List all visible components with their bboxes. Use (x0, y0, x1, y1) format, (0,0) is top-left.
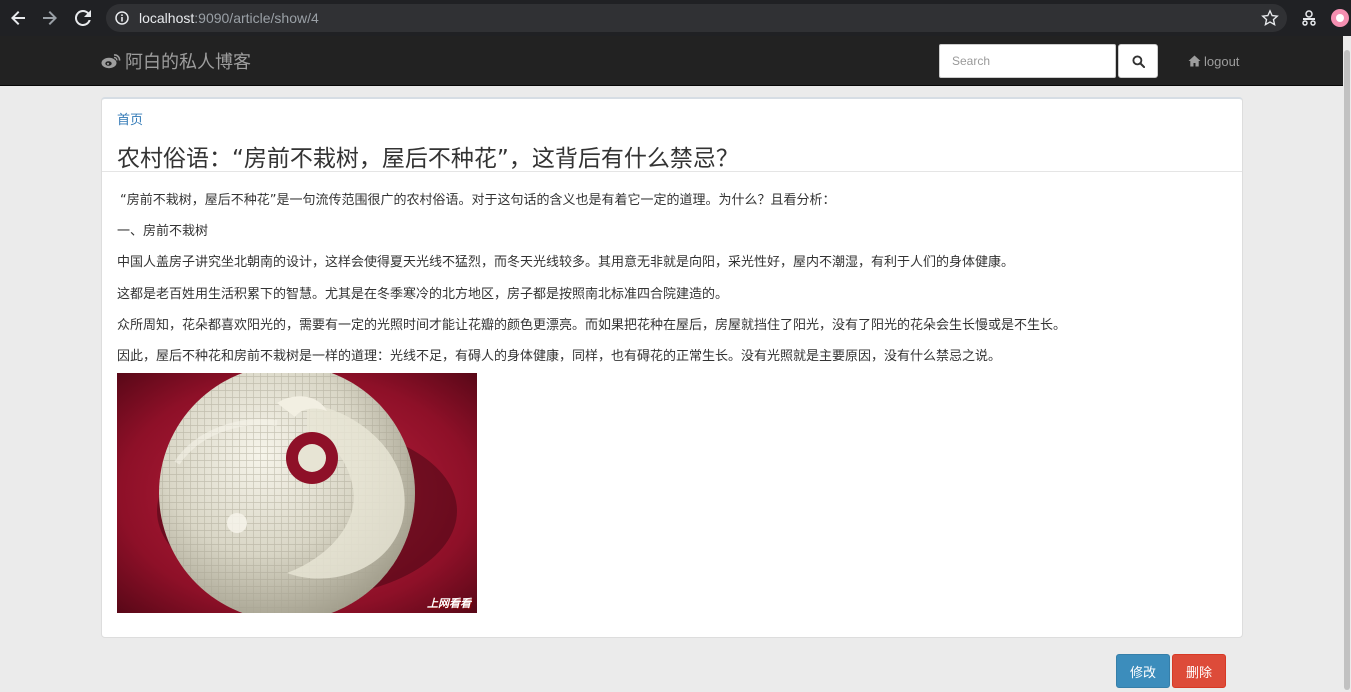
site-navbar: 阿白的私人博客 logout (0, 36, 1351, 86)
weibo-icon (101, 54, 121, 69)
star-icon[interactable] (1261, 9, 1279, 27)
search-button[interactable] (1118, 44, 1158, 78)
article-paragraph: 这都是老百姓用生活积累下的智慧。尤其是在冬季寒冷的北方地区，房子都是按照南北标准… (117, 287, 729, 302)
page-scrollbar[interactable] (1343, 36, 1351, 692)
article-image: 上网看看 (117, 373, 477, 613)
address-bar[interactable]: localhost:9090/article/show/4 (106, 4, 1287, 32)
brand-text: 阿白的私人博客 (125, 52, 251, 73)
brand-link[interactable]: 阿白的私人博客 (101, 36, 251, 86)
logout-link[interactable]: logout (1188, 36, 1239, 86)
back-icon[interactable] (6, 6, 30, 30)
article-panel: 首页 农村俗语：“房前不栽树，屋后不种花”，这背后有什么禁忌？ “房前不栽树，屋… (101, 97, 1243, 638)
breadcrumb-home[interactable]: 首页 (117, 109, 143, 128)
scrollbar-thumb[interactable] (1344, 50, 1350, 690)
search-icon (1131, 54, 1145, 68)
extension-icon[interactable] (1299, 8, 1319, 28)
logout-label: logout (1204, 53, 1240, 69)
article-paragraph: 众所周知，花朵都喜欢阳光的，需要有一定的光照时间才能让花瓣的颜色更漂亮。而如果把… (117, 318, 1067, 333)
delete-button[interactable]: 删除 (1172, 654, 1226, 688)
reload-icon[interactable] (71, 6, 95, 30)
profile-icon[interactable] (1330, 8, 1350, 28)
article-title: 农村俗语：“房前不栽树，屋后不种花”，这背后有什么禁忌？ (117, 146, 739, 172)
edit-button[interactable]: 修改 (1116, 654, 1170, 688)
article-paragraph: 因此，屋后不种花和房前不栽树是一样的道理：光线不足，有碍人的身体健康，同样，也有… (117, 349, 1002, 364)
url-text: localhost:9090/article/show/4 (139, 10, 319, 26)
image-watermark: 上网看看 (427, 597, 471, 610)
search-input[interactable] (939, 44, 1116, 78)
title-divider (102, 171, 1242, 172)
info-icon[interactable] (115, 11, 129, 25)
forward-icon[interactable] (38, 6, 62, 30)
home-icon (1188, 55, 1201, 67)
jade-carving-image (117, 373, 477, 613)
article-paragraph: 中国人盖房子讲究坐北朝南的设计，这样会使得夏天光线不猛烈，而冬天光线较多。其用意… (117, 255, 1015, 270)
browser-toolbar: localhost:9090/article/show/4 (0, 0, 1351, 36)
article-paragraph: 一、房前不栽树 (117, 224, 209, 239)
article-paragraph: “房前不栽树，屋后不种花”是一句流传范围很广的农村俗语。对于这句话的含义也是有着… (120, 193, 836, 208)
